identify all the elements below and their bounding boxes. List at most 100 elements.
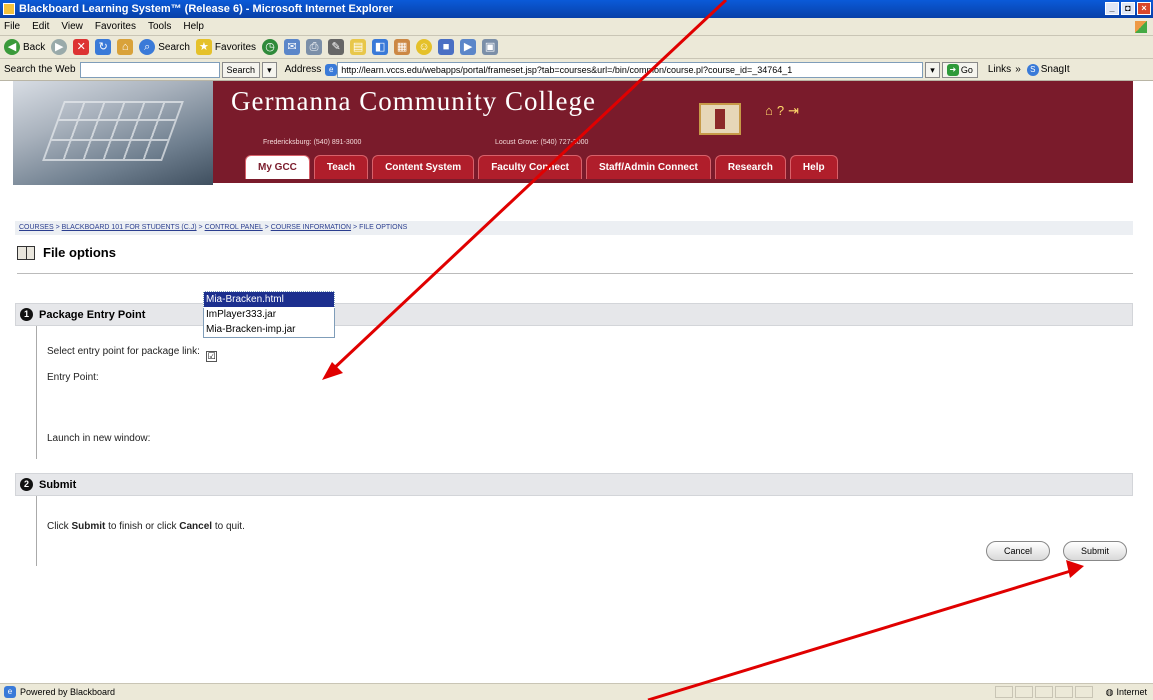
refresh-icon[interactable]: ↻ <box>95 39 112 55</box>
snagit-label[interactable]: SnagIt <box>1041 64 1070 75</box>
menu-edit[interactable]: Edit <box>32 21 49 32</box>
breadcrumb-separator: > <box>198 224 203 231</box>
folder-icon[interactable]: ▤ <box>350 39 367 55</box>
menu-file[interactable]: File <box>4 21 20 32</box>
research-icon[interactable]: ▦ <box>394 39 411 55</box>
instruction-text: to quit. <box>212 521 245 532</box>
launch-new-window-label: Launch in new window: <box>47 433 151 444</box>
listbox-option[interactable]: Mia-Bracken.html <box>203 291 335 308</box>
listbox-option[interactable]: ImPlayer333.jar <box>204 307 334 322</box>
url-dropdown[interactable]: ▾ <box>925 61 940 78</box>
status-bar: e Powered by Blackboard ◍ Internet <box>0 683 1153 700</box>
tab-my-gcc[interactable]: My GCC <box>245 155 310 179</box>
campus-photo <box>13 81 213 185</box>
section-package-entry-point: 1 Package Entry Point <box>15 303 1133 326</box>
instruction-text: Click <box>47 521 72 532</box>
ie-app-icon <box>3 3 15 15</box>
section-submit: 2 Submit <box>15 473 1133 496</box>
college-seal-logo <box>699 103 741 135</box>
help-icon[interactable]: ? <box>777 103 784 119</box>
window-titlebar: Blackboard Learning System™ (Release 6) … <box>0 0 1153 18</box>
section-divider-line <box>36 326 37 459</box>
breadcrumb-current: FILE OPTIONS <box>359 224 408 231</box>
home-icon[interactable]: ⌂ <box>765 103 773 119</box>
listbox-option[interactable]: Mia-Bracken-imp.jar <box>204 322 334 337</box>
submit-button[interactable]: Submit <box>1063 541 1127 561</box>
tab-content-system[interactable]: Content System <box>372 155 475 179</box>
logout-icon[interactable]: ⇥ <box>788 103 799 119</box>
page-status-icon: e <box>4 686 16 698</box>
college-banner: Germanna Community College Fredericksbur… <box>13 81 1133 185</box>
chevron-right-icon[interactable]: » <box>1015 64 1021 75</box>
search-options-dropdown[interactable]: ▾ <box>262 61 277 78</box>
media-icon[interactable]: ■ <box>438 39 455 55</box>
mail-icon[interactable]: ✉ <box>284 39 301 55</box>
links-label[interactable]: Links <box>988 64 1011 75</box>
maximize-button[interactable]: ◘ <box>1121 2 1135 15</box>
window-title: Blackboard Learning System™ (Release 6) … <box>19 3 394 15</box>
breadcrumb-control-panel[interactable]: CONTROL PANEL <box>205 224 263 231</box>
tab-teach[interactable]: Teach <box>313 155 369 179</box>
breadcrumb-courses[interactable]: COURSES <box>19 224 54 231</box>
cancel-button[interactable]: Cancel <box>986 541 1050 561</box>
status-text: Powered by Blackboard <box>20 687 116 697</box>
instruction-text: to finish or click <box>105 521 180 532</box>
web-search-input[interactable] <box>79 61 220 78</box>
smiley-icon[interactable]: ☺ <box>416 39 433 55</box>
security-zone: ◍ Internet <box>1106 684 1147 700</box>
globe-icon: ◍ <box>1105 687 1114 697</box>
submit-instruction: Click Submit to finish or click Cancel t… <box>47 521 245 532</box>
edit-icon[interactable]: ✎ <box>328 39 345 55</box>
tab-research[interactable]: Research <box>714 155 786 179</box>
launch-new-window-checkbox[interactable]: ☑ <box>206 351 217 362</box>
tab-faculty-connect[interactable]: Faculty Connect <box>478 155 582 179</box>
browser-toolbar: ◀ Back ▶ ✕ ↻ ⌂ ⌕ Search ★ Favorites ◷ ✉ … <box>0 36 1153 59</box>
entry-point-listbox[interactable]: Mia-Bracken.html ImPlayer333.jar Mia-Bra… <box>203 291 335 338</box>
tab-help[interactable]: Help <box>789 155 838 179</box>
section-heading: Submit <box>39 478 77 491</box>
step-number: 1 <box>20 308 33 321</box>
minimize-button[interactable]: _ <box>1105 2 1119 15</box>
menu-help[interactable]: Help <box>183 21 204 32</box>
go-button[interactable]: ➜ Go <box>941 61 978 78</box>
stop-icon[interactable]: ✕ <box>73 39 90 55</box>
section-divider-line <box>36 496 37 566</box>
page-title-row: File options <box>17 245 116 260</box>
page-title: File options <box>43 245 116 260</box>
menu-view[interactable]: View <box>61 21 83 32</box>
menu-favorites[interactable]: Favorites <box>95 21 136 32</box>
favorites-button[interactable]: ★ Favorites <box>195 39 256 55</box>
messenger-icon[interactable]: ◧ <box>372 39 389 55</box>
window-icon[interactable]: ▣ <box>482 39 499 55</box>
breadcrumb-course[interactable]: BLACKBOARD 101 FOR STUDENTS (C.J) <box>62 224 197 231</box>
breadcrumb-separator: > <box>264 224 269 231</box>
menu-tools[interactable]: Tools <box>148 21 171 32</box>
page-content: Germanna Community College Fredericksbur… <box>0 81 1153 683</box>
breadcrumb-separator: > <box>55 224 60 231</box>
home-icon[interactable]: ⌂ <box>117 39 134 55</box>
close-button[interactable]: × <box>1137 2 1151 15</box>
url-input[interactable]: http://learn.vccs.edu/webapps/portal/fra… <box>337 61 924 78</box>
search-label: Search <box>158 41 190 53</box>
web-search-button[interactable]: Search <box>221 61 261 78</box>
search-icon: ⌕ <box>139 39 156 55</box>
play-icon[interactable]: ▶ <box>460 39 477 55</box>
history-icon[interactable]: ◷ <box>262 39 279 55</box>
breadcrumb-course-information[interactable]: COURSE INFORMATION <box>271 224 351 231</box>
windows-logo-icon <box>1135 21 1147 33</box>
snagit-icon: S <box>1026 63 1039 76</box>
star-icon: ★ <box>195 39 212 55</box>
page-icon: e <box>325 63 338 76</box>
search-button[interactable]: ⌕ Search <box>139 39 190 55</box>
back-button[interactable]: ◀ Back <box>4 39 45 55</box>
forward-arrow-icon[interactable]: ▶ <box>51 39 68 55</box>
breadcrumb-separator: > <box>353 224 358 231</box>
back-arrow-icon: ◀ <box>4 39 20 55</box>
campus-phone-fredericksburg: Fredericksburg: (540) 891-3000 <box>263 139 362 146</box>
banner-icons: ⌂ ? ⇥ <box>765 103 799 119</box>
print-icon[interactable]: ⎙ <box>306 39 323 55</box>
tab-staff-admin-connect[interactable]: Staff/Admin Connect <box>586 155 711 179</box>
address-bar-row: Search the Web Search ▾ Address e http:/… <box>0 59 1153 81</box>
portal-tabs: My GCC Teach Content System Faculty Conn… <box>245 155 838 179</box>
go-arrow-icon: ➜ <box>946 63 959 76</box>
